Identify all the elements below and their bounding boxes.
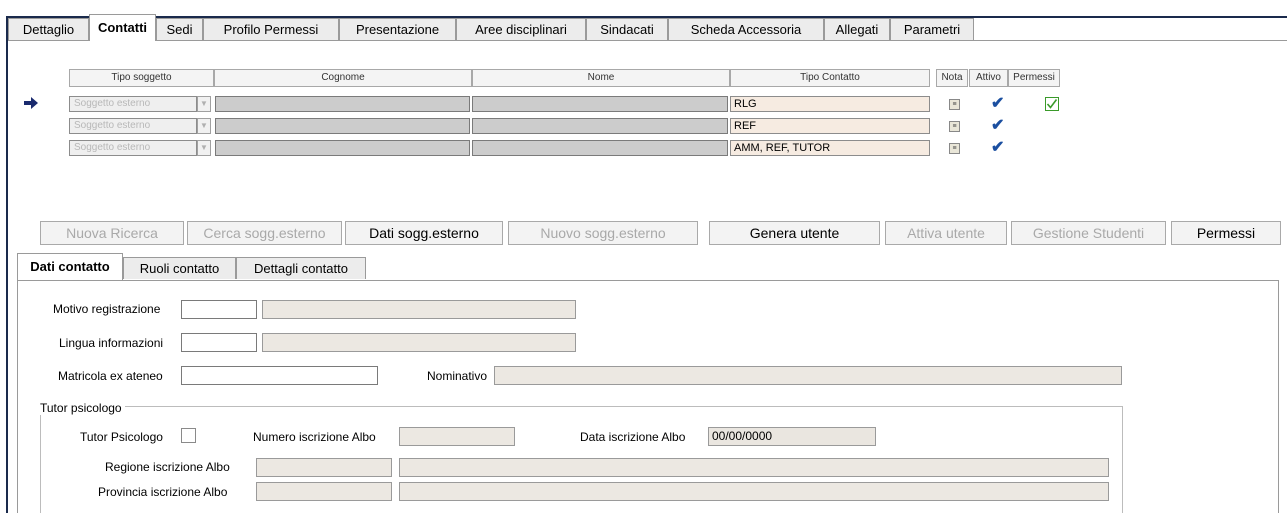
attiva-utente-button[interactable]: Attiva utente [885,221,1007,245]
nome-cell[interactable] [472,96,728,112]
tab-parametri[interactable]: Parametri [890,18,974,40]
nome-cell[interactable] [472,118,728,134]
tab-presentazione[interactable]: Presentazione [339,18,456,40]
matricola-ex-ateneo-input[interactable] [181,366,378,385]
permessi-button[interactable]: Permessi [1171,221,1281,245]
tipo-contatto-cell[interactable]: AMM, REF, TUTOR [730,140,930,156]
tipo-soggetto-select[interactable]: Soggetto esterno [69,96,197,112]
cerca-sogg-esterno-button[interactable]: Cerca sogg.esterno [187,221,342,245]
regione-iscrizione-albo-code-field [256,458,392,477]
tutor-psicologo-group-title: Tutor psicologo [40,401,125,415]
tab-allegati[interactable]: Allegati [824,18,890,40]
table-row[interactable]: Soggetto esterno ▼ AMM, REF, TUTOR ≡ ✔ [0,140,1287,157]
header-tipo-soggetto[interactable]: Tipo soggetto [69,69,214,87]
table-row[interactable]: Soggetto esterno ▼ RLG ≡ ✔ [0,96,1287,113]
motivo-registrazione-label: Motivo registrazione [53,302,161,316]
tab-sindacati[interactable]: Sindacati [586,18,668,40]
tipo-soggetto-select[interactable]: Soggetto esterno [69,140,197,156]
nominativo-field [494,366,1122,385]
matricola-ex-ateneo-label: Matricola ex ateneo [58,369,163,383]
attivo-check-icon[interactable]: ✔ [991,140,1004,156]
lingua-informazioni-code-input[interactable] [181,333,257,352]
data-iscrizione-albo-field: 00/00/0000 [708,427,876,446]
note-icon[interactable]: ≡ [949,121,960,132]
chevron-down-icon[interactable]: ▼ [197,140,211,156]
cognome-cell[interactable] [215,118,470,134]
data-iscrizione-albo-label: Data iscrizione Albo [580,430,686,444]
tab-sedi[interactable]: Sedi [156,18,203,40]
nominativo-label: Nominativo [427,369,488,383]
header-attivo[interactable]: Attivo [969,69,1008,87]
header-nota[interactable]: Nota [936,69,968,87]
lingua-informazioni-desc-field [262,333,576,352]
tab-profilo-permessi[interactable]: Profilo Permessi [203,18,339,40]
regione-iscrizione-albo-label: Regione iscrizione Albo [105,460,230,474]
attivo-check-icon[interactable]: ✔ [991,118,1004,134]
tipo-contatto-cell[interactable]: RLG [730,96,930,112]
provincia-iscrizione-albo-label: Provincia iscrizione Albo [98,485,228,499]
provincia-iscrizione-albo-desc-field [399,482,1109,501]
gestione-studenti-button[interactable]: Gestione Studenti [1011,221,1166,245]
tab-dettagli-contatto[interactable]: Dettagli contatto [236,257,366,279]
tab-aree-disciplinari[interactable]: Aree disciplinari [456,18,586,40]
attivo-check-icon[interactable]: ✔ [991,96,1004,112]
tipo-contatto-cell[interactable]: REF [730,118,930,134]
nuovo-sogg-esterno-button[interactable]: Nuovo sogg.esterno [508,221,698,245]
chevron-down-icon[interactable]: ▼ [197,118,211,134]
header-cognome[interactable]: Cognome [214,69,472,87]
tipo-soggetto-select[interactable]: Soggetto esterno [69,118,197,134]
tab-divider [8,40,1287,41]
cognome-cell[interactable] [215,140,470,156]
table-row[interactable]: Soggetto esterno ▼ REF ≡ ✔ [0,118,1287,135]
lingua-informazioni-label: Lingua informazioni [59,336,164,350]
tab-ruoli-contatto[interactable]: Ruoli contatto [123,257,236,279]
regione-iscrizione-albo-desc-field [399,458,1109,477]
nome-cell[interactable] [472,140,728,156]
permessi-check-icon[interactable] [1045,97,1059,111]
dati-sogg-esterno-button[interactable]: Dati sogg.esterno [345,221,503,245]
tutor-psicologo-checkbox[interactable] [181,428,196,443]
motivo-registrazione-desc-field [262,300,576,319]
note-icon[interactable]: ≡ [949,99,960,110]
provincia-iscrizione-albo-code-field [256,482,392,501]
motivo-registrazione-code-input[interactable] [181,300,257,319]
chevron-down-icon[interactable]: ▼ [197,96,211,112]
numero-iscrizione-albo-field [399,427,515,446]
tab-scheda-accessoria[interactable]: Scheda Accessoria [668,18,824,40]
genera-utente-button[interactable]: Genera utente [709,221,880,245]
tab-dati-contatto[interactable]: Dati contatto [17,253,123,280]
header-tipo-contatto[interactable]: Tipo Contatto [730,69,930,87]
tab-contatti[interactable]: Contatti [89,14,156,41]
tutor-psicologo-label: Tutor Psicologo [80,430,163,444]
header-nome[interactable]: Nome [472,69,730,87]
cognome-cell[interactable] [215,96,470,112]
numero-iscrizione-albo-label: Numero iscrizione Albo [253,430,376,444]
tab-dettaglio[interactable]: Dettaglio [8,18,89,40]
nuova-ricerca-button[interactable]: Nuova Ricerca [40,221,184,245]
header-permessi[interactable]: Permessi [1008,69,1060,87]
note-icon[interactable]: ≡ [949,143,960,154]
